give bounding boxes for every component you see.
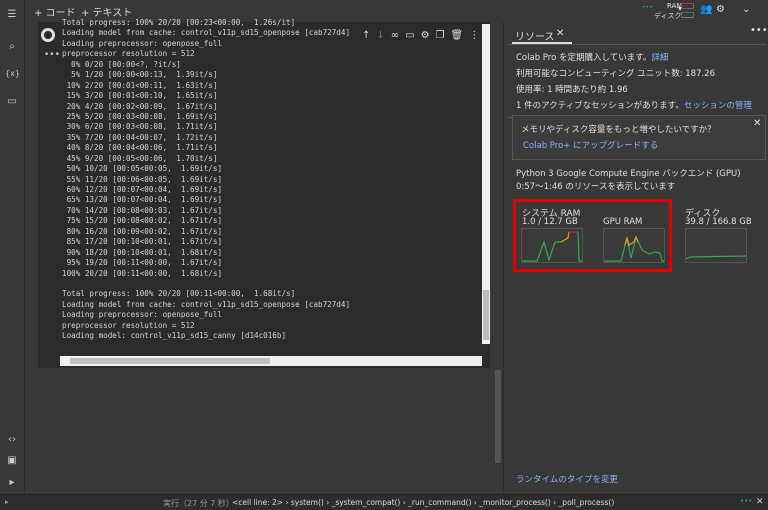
move-down-icon[interactable]: ↓ (376, 30, 384, 41)
folder-icon[interactable]: ▭ (5, 95, 19, 109)
resource-indicator[interactable]: ••• RAM ディスク (616, 1, 706, 21)
panel-more-icon[interactable]: ••• (750, 25, 768, 36)
output-line: Total progress: 100% 20/20 [00:23<00:00,… (62, 18, 296, 27)
output-line: 70% 14/20 [00:08<00:03, 1.67it/s] (62, 205, 223, 215)
call-trace: <cell line: 2> › system() › _system_comp… (232, 498, 615, 507)
upgrade-link[interactable]: Colab Pro+ にアップグレードする (523, 139, 658, 151)
comment-icon[interactable]: ▭ (405, 30, 414, 41)
status-indicator-icon: ••• (740, 497, 753, 505)
code-cell[interactable]: Total progress: 100% 20/20 [00:23<00:00,… (38, 18, 490, 368)
output-line: Loading preprocessor: openpose_full (62, 38, 223, 48)
output-line: Total progress: 100% 20/20 [00:11<00:00,… (62, 289, 296, 299)
output-line: 25% 5/20 [00:03<00:08, 1.69it/s] (62, 111, 218, 121)
output-line: preprocessor resolution = 512 (62, 320, 195, 330)
output-line: 95% 19/20 [00:11<00:00, 1.67it/s] (62, 258, 223, 268)
move-up-icon[interactable]: ↑ (362, 30, 370, 41)
notebook-scroll-thumb[interactable] (495, 370, 501, 463)
close-status-icon[interactable]: ✕ (756, 497, 764, 507)
output-line: 15% 3/20 [00:01<00:10, 1.65it/s] (62, 91, 218, 101)
resources-panel: リソース ✕ ••• Colab Pro を定期購入しています。詳細 利用可能な… (503, 22, 768, 494)
output-line: 35% 7/20 [00:04<00:07, 1.72it/s] (62, 132, 218, 142)
output-line: Loading preprocessor: openpose_full (62, 310, 223, 320)
output-line: 75% 15/20 [00:08<00:02, 1.67it/s] (62, 216, 223, 226)
output-line: Loading model: control_v11p_sd15_canny [… (62, 331, 287, 341)
settings-icon[interactable]: ⚙ (421, 30, 430, 41)
compute-units: 利用可能なコンピューティング ユニット数: 187.26 (516, 69, 716, 79)
output-line: 10% 2/20 [00:01<00:11, 1.63it/s] (62, 80, 218, 90)
cell-toolbar: ↑ ↓ ∞ ▭ ⚙ ❐ 🗑 ⋮ (356, 26, 488, 44)
promo-title: メモリやディスク容量をもっと増やしたいですか？ (521, 125, 716, 135)
cell-output: Total progress: 100% 20/20 [00:23<00:00,… (62, 18, 350, 342)
expand-icon[interactable]: ▸ (5, 498, 9, 506)
details-link[interactable]: 詳細 (651, 53, 668, 63)
output-line: 20% 4/20 [00:02<00:09, 1.67it/s] (62, 101, 218, 111)
mirror-cell-icon[interactable]: ❐ (436, 30, 445, 41)
output-line: Loading model from cache: control_v11p_s… (62, 299, 351, 309)
output-line: 45% 9/20 [00:05<00:06, 1.70it/s] (62, 153, 218, 163)
output-line: 85% 17/20 [00:10<00:01, 1.67it/s] (62, 237, 223, 247)
output-line: 0% 0/20 [00:00<?, ?it/s] (62, 59, 181, 69)
disk-mini-graph (681, 12, 694, 18)
output-line: 65% 13/20 [00:07<00:04, 1.69it/s] (62, 195, 223, 205)
connected-icon: ••• (642, 4, 653, 11)
close-tab-icon[interactable]: ✕ (556, 28, 564, 39)
upgrade-promo: メモリやディスク容量をもっと増やしたいですか？ Colab Pro+ にアップグ… (512, 115, 766, 160)
search-icon[interactable]: ⌕ (5, 40, 19, 54)
gpu-ram-title: GPU RAM (603, 217, 643, 227)
settings-gear-icon[interactable]: ⚙ (716, 4, 725, 15)
variables-icon[interactable]: {x} (5, 67, 20, 81)
add-text-button[interactable]: + テキスト (81, 4, 132, 19)
terminal-icon[interactable]: ▸ (5, 476, 19, 490)
system-ram-value: 1.0 / 12.7 GB (522, 217, 578, 227)
subscription-text: Colab Pro を定期購入しています。 (516, 53, 652, 63)
output-line: 50% 10/20 [00:05<00:05, 1.69it/s] (62, 164, 223, 174)
output-line: Loading model from cache: control_v11p_s… (62, 28, 351, 38)
status-bar: ▸ 実行（27 分 7 秒） <cell line: 2> › system()… (0, 494, 768, 510)
left-sidebar: ☰ ⌕ {x} ▭ ‹› ▣ ▸ (0, 0, 25, 494)
tab-resources[interactable]: リソース (515, 28, 555, 43)
collapse-chevron-icon[interactable]: ⌄ (742, 4, 750, 15)
close-promo-icon[interactable]: ✕ (753, 118, 761, 129)
output-line: 55% 11/20 [00:06<00:05, 1.69it/s] (62, 174, 223, 184)
change-runtime-link[interactable]: ランタイムのタイプを変更 (516, 473, 618, 485)
output-line: 80% 16/20 [00:09<00:02, 1.67it/s] (62, 226, 223, 236)
system-ram-graph (521, 228, 583, 263)
output-line: 30% 6/20 [00:03<00:08, 1.71it/s] (62, 122, 218, 132)
output-line: 90% 18/20 [00:10<00:01, 1.68it/s] (62, 247, 223, 257)
manage-sessions-link[interactable]: セッションの管理 (684, 101, 752, 111)
output-hscroll-thumb[interactable] (70, 358, 270, 364)
more-icon[interactable]: ⋮ (469, 30, 479, 41)
delete-icon[interactable]: 🗑 (451, 30, 464, 41)
code-snippets-icon[interactable]: ‹› (5, 433, 19, 447)
output-line: preprocessor resolution = 512 (62, 49, 195, 59)
output-line: 60% 12/20 [00:07<00:04, 1.69it/s] (62, 185, 223, 194)
output-line: 40% 8/20 [00:04<00:06, 1.71it/s] (62, 143, 218, 153)
link-icon[interactable]: ∞ (391, 30, 399, 41)
gpu-ram-graph (603, 228, 665, 263)
disk-value: 39.8 / 166.8 GB (685, 217, 752, 227)
table-of-contents-icon[interactable]: ☰ (5, 8, 19, 22)
ram-mini-graph (681, 3, 694, 9)
dropdown-icon[interactable]: ▾ (678, 4, 682, 13)
disk-graph (685, 228, 747, 263)
run-stop-button[interactable] (41, 28, 55, 42)
share-people-icon[interactable]: 👥 (700, 4, 712, 15)
backend-info: Python 3 Google Compute Engine バックエンド (G… (516, 169, 741, 179)
sessions-text: 1 件のアクティブなセッションがあります。 (516, 101, 684, 111)
divider (508, 44, 766, 45)
output-line: 5% 1/20 [00:00<00:13, 1.39it/s] (62, 70, 218, 80)
output-line: 100% 20/20 [00:11<00:00, 1.68it/s] (62, 268, 223, 278)
output-scroll-thumb[interactable] (483, 290, 489, 340)
time-range: 0:57〜1:46 のリソースを表示しています (516, 182, 676, 192)
add-code-button[interactable]: + コード (34, 4, 76, 19)
execution-time: 実行（27 分 7 秒） (163, 499, 234, 508)
output-menu-icon[interactable]: ••• (44, 50, 60, 60)
command-palette-icon[interactable]: ▣ (5, 454, 19, 468)
usage-rate: 使用率: 1 時間あたり約 1.96 (516, 85, 628, 95)
